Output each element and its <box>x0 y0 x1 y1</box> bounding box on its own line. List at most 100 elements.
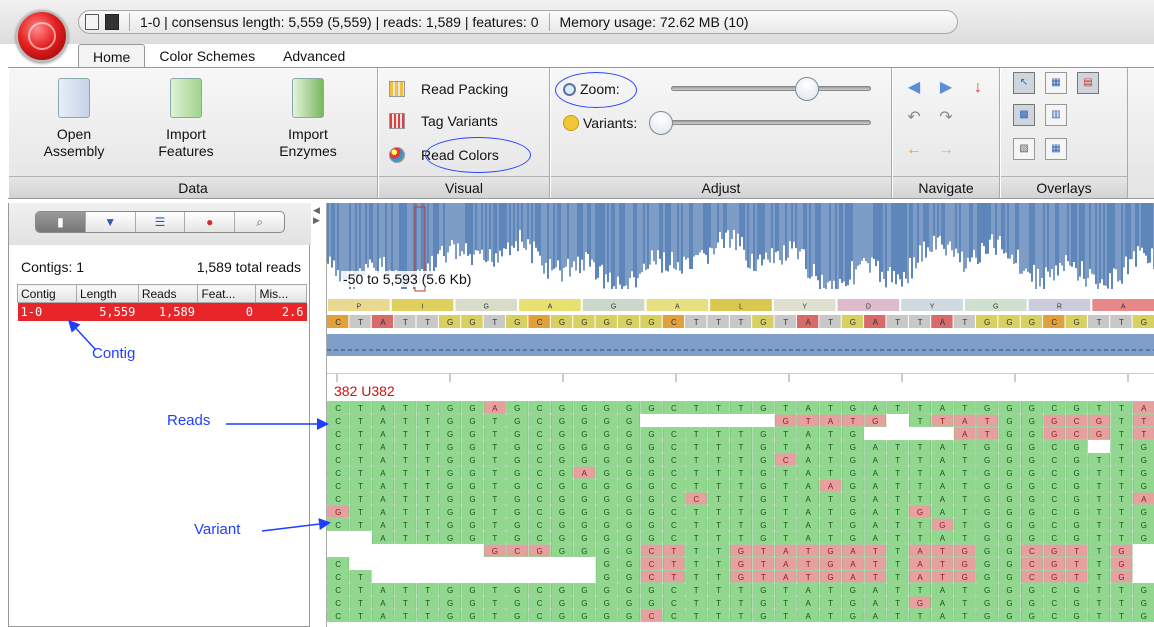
consensus-base-label: G <box>760 318 766 327</box>
coverage-bar <box>1121 203 1123 284</box>
page-left-icon[interactable]: ◀ <box>905 80 923 96</box>
column-header-reads[interactable]: Reads <box>137 284 199 303</box>
read-base-label: C <box>671 495 677 504</box>
panel-splitter[interactable]: ◀ ▶ <box>313 205 323 225</box>
coverage-bar <box>611 203 613 289</box>
read-base-label: G <box>469 495 475 504</box>
read-base-label: T <box>1097 469 1102 478</box>
read-base-label: T <box>716 456 721 465</box>
back-icon[interactable]: ← <box>905 142 923 158</box>
consensus-base-label: G <box>447 318 453 327</box>
read-base-label: G <box>648 404 654 413</box>
column-header-features[interactable]: Feat... <box>197 284 257 303</box>
tag-variants-button[interactable]: Tag Variants <box>389 108 498 134</box>
dropdown-icon[interactable]: ▼ <box>86 212 136 232</box>
coverage-track-bar <box>327 334 1154 356</box>
tab-home[interactable]: Home <box>78 44 146 68</box>
read-base-label: G <box>469 443 475 452</box>
coverage-bar <box>519 203 521 231</box>
forward-icon[interactable]: → <box>937 142 955 158</box>
read-base-label: G <box>626 456 632 465</box>
alignment-view[interactable]: -50 to 5,593 (5.6 Kb) P I G A G A L Y D Y G R A C T A T… <box>326 203 1154 627</box>
read-icon[interactable]: ▤ <box>1077 72 1099 94</box>
read-base-label: T <box>716 430 721 439</box>
read-base-label: A <box>828 417 834 426</box>
variants-slider-track[interactable] <box>661 120 871 125</box>
read-base-label: T <box>828 443 833 452</box>
consensus-base-label: T <box>1119 318 1124 327</box>
table-row[interactable]: 1-0 5,559 1,589 0 2.6 <box>17 302 307 321</box>
reads-canvas[interactable]: C T A T T G G A G C G G G G G C T T T G T A T G A T T A T G G G C G T T AC T A… <box>327 401 1154 627</box>
tab-advanced[interactable]: Advanced <box>269 44 359 68</box>
read-base-label: G <box>581 586 587 595</box>
table-icon[interactable]: ▦ <box>1045 138 1067 160</box>
read-base-label: T <box>918 469 923 478</box>
coverage-bar <box>731 203 733 240</box>
read-base-label: G <box>514 456 520 465</box>
coverage-bar <box>1125 203 1127 257</box>
read-base-label: T <box>828 521 833 530</box>
pointer-icon[interactable]: ↖ <box>1013 72 1035 94</box>
bc-ct-icon[interactable]: ▩ <box>1013 104 1035 126</box>
column-header-mismatch[interactable]: Mis... <box>255 284 307 303</box>
coverage-bar <box>1081 203 1083 262</box>
coverage-bar <box>857 203 859 266</box>
coverage-bar <box>1061 203 1063 266</box>
read-base-label: G <box>1029 534 1035 543</box>
coverage-bar <box>581 203 583 260</box>
read-base-label: G <box>850 521 856 530</box>
list-icon[interactable]: ☰ <box>136 212 186 232</box>
consensus-base-label: C <box>335 318 341 327</box>
read-base-label: T <box>783 612 788 621</box>
tab-color-schemes[interactable]: Color Schemes <box>145 44 269 68</box>
read-base-label: T <box>761 547 766 556</box>
coverage-bar <box>961 203 963 252</box>
read-base-label: T <box>358 456 363 465</box>
read-base-label: G <box>984 560 990 569</box>
coverage-bar <box>843 203 845 282</box>
coverage-bar <box>547 203 549 279</box>
zoom-slider-knob[interactable] <box>795 77 819 101</box>
read-base-label: A <box>940 469 946 478</box>
coverage-bar <box>821 203 823 275</box>
read-packing-button[interactable]: Read Packing <box>389 76 508 102</box>
column-header-length[interactable]: Length <box>75 284 139 303</box>
coverage-bar <box>339 203 341 282</box>
save-icon[interactable] <box>105 14 119 30</box>
coverage-bar <box>1089 203 1091 269</box>
app-menu-orb-button[interactable] <box>16 10 68 62</box>
database-icon[interactable]: ▮ <box>36 212 86 232</box>
read-base-label: C <box>1029 560 1035 569</box>
next-variant-icon[interactable]: ↓ <box>969 80 987 96</box>
read-base-label: A <box>582 469 588 478</box>
coverage-bar <box>1043 203 1045 289</box>
zoom-slider-track[interactable] <box>671 86 871 91</box>
read-base-label: G <box>648 456 654 465</box>
import-features-button[interactable]: Import Features <box>141 78 231 160</box>
undo-icon[interactable]: ↶ <box>905 110 923 126</box>
color-balls-icon[interactable]: ● <box>185 212 236 232</box>
coverage-bar <box>849 203 851 280</box>
grid-icon[interactable]: ▦ <box>1045 72 1067 94</box>
redo-icon[interactable]: ↷ <box>937 110 955 126</box>
read-base-label: C <box>1029 573 1035 582</box>
coverage-bar <box>673 203 675 269</box>
read-colors-button[interactable]: Read Colors <box>389 142 499 168</box>
read-base-label: C <box>1051 443 1057 452</box>
column-header-contig[interactable]: Contig <box>17 284 77 303</box>
open-document-icon[interactable] <box>85 14 99 30</box>
read-base-label: G <box>1141 443 1147 452</box>
import-enzymes-button[interactable]: Import Enzymes <box>263 78 353 160</box>
search-icon[interactable]: ⌕ <box>235 212 284 232</box>
read-base-label: G <box>1051 573 1057 582</box>
read-base-label: G <box>559 586 565 595</box>
variants-slider-knob[interactable] <box>649 111 673 135</box>
read-base-label: G <box>850 456 856 465</box>
column-icon[interactable]: ▥ <box>1045 104 1067 126</box>
coverage-bar <box>617 203 619 277</box>
open-assembly-button[interactable]: Open Assembly <box>29 78 119 160</box>
read-base-label: T <box>739 456 744 465</box>
export-icon[interactable]: ▧ <box>1013 138 1035 160</box>
coverage-bar <box>1049 203 1051 278</box>
page-right-icon[interactable]: ▶ <box>937 80 955 96</box>
